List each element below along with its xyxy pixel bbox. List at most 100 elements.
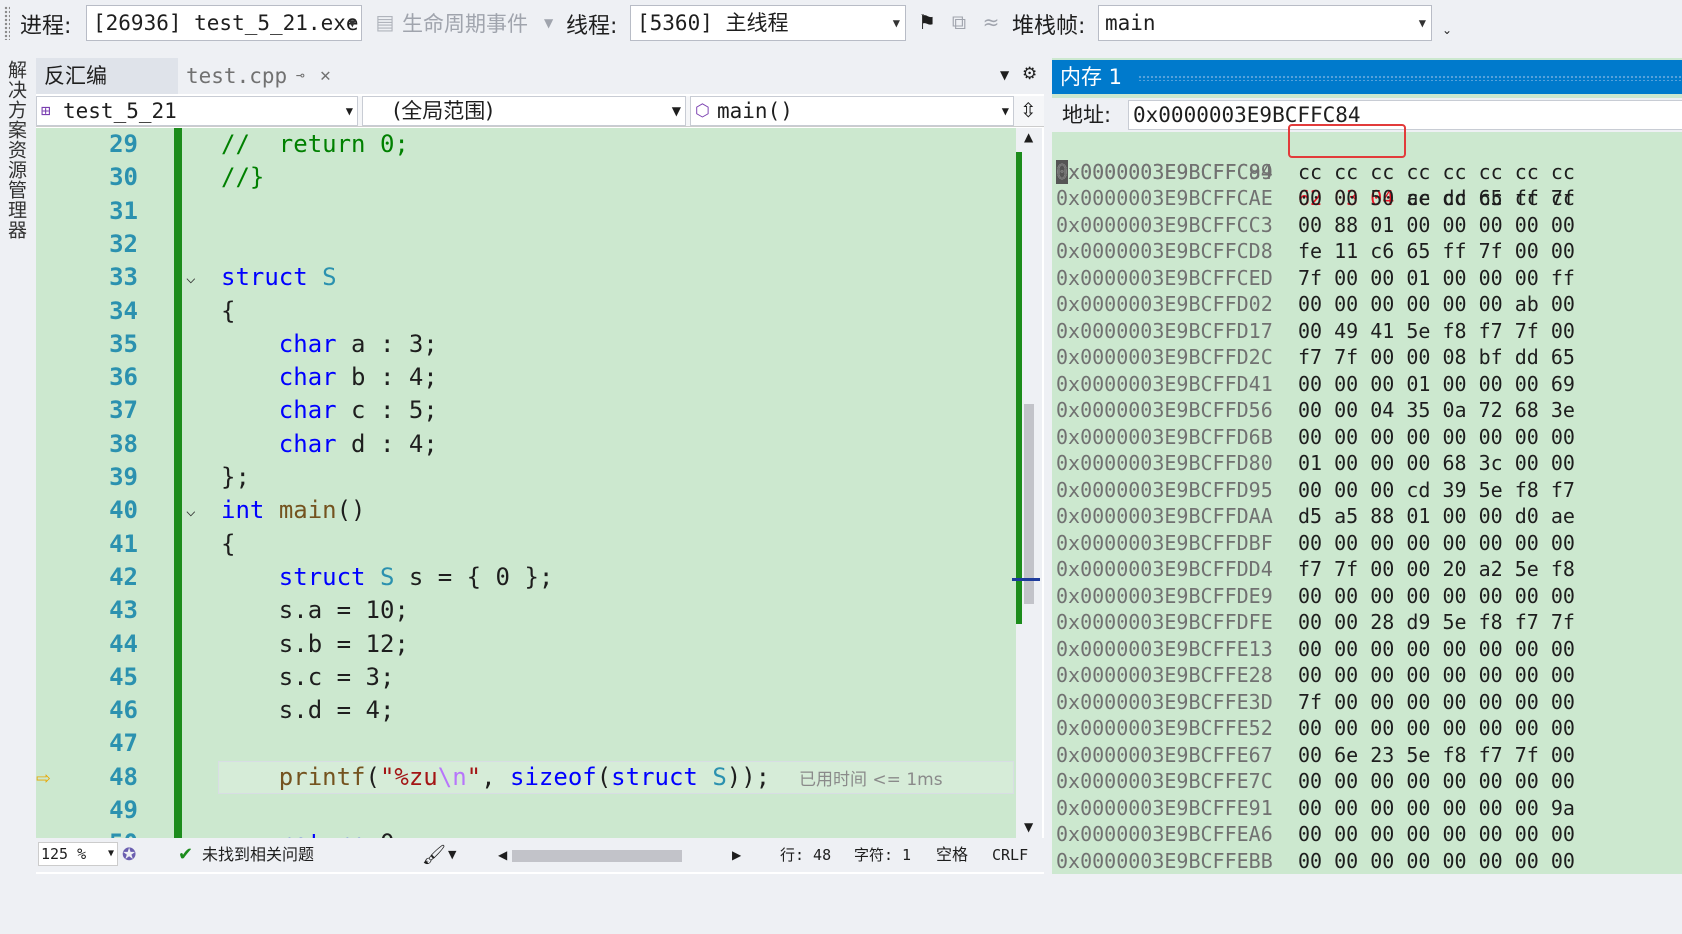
split-window-icon[interactable]: ⇳ <box>1020 98 1037 122</box>
lifecycle-events-icon[interactable]: ▤ <box>374 10 396 34</box>
tab-test-cpp[interactable]: test.cpp ⊸ ✕ <box>178 58 360 94</box>
scroll-up-icon[interactable]: ▲ <box>1024 130 1033 144</box>
memory-row-bytes: f7 7f 00 00 08 bf dd 65 <box>1298 345 1575 369</box>
process-value: [26936] test_5_21.exe <box>93 11 359 35</box>
code-line: 45 s.c = 3; <box>36 661 1016 694</box>
memory-row: 0x0000003E9BCFFE67 00 6e 23 5e f8 f7 7f 0… <box>1052 742 1682 769</box>
line-text: char a : 3; <box>278 329 438 358</box>
chevron-down-icon: ▼ <box>345 104 353 118</box>
scope-dropdown[interactable]: (全局范围) ▼ <box>362 96 686 126</box>
code-text-area[interactable]: 29 // return 0; 30 //} 31 32 33 ⌵ struct… <box>36 128 1016 838</box>
memory-row: 0x0000003E9BCFFCD8 fe 11 c6 65 ff 7f 00 0… <box>1052 238 1682 265</box>
tab-list-dropdown-icon[interactable]: ▼ <box>1000 68 1009 82</box>
memory-row: 0x0000003E9BCFFCAE 00 00 50 ae dd 65 ff 7… <box>1052 185 1682 212</box>
thread-dropdown[interactable]: [5360] 主线程 ▼ <box>630 5 906 41</box>
memory-row-bytes: 00 00 00 01 00 00 00 69 <box>1298 371 1575 396</box>
instruction-pointer-arrow-icon[interactable]: ⇨ <box>36 761 50 794</box>
memory-row-address: 0x0000003E9BCFFD80 <box>1056 451 1273 475</box>
zoom-dropdown[interactable]: 125 % ▼ <box>38 842 118 866</box>
memory-row-address: 0x0000003E9BCFFEA6 <box>1056 822 1273 846</box>
line-text: // return 0; <box>221 130 409 158</box>
toolbar-grip[interactable] <box>4 6 10 40</box>
line-number: 42 <box>109 562 138 591</box>
line-number: 40 <box>109 496 138 525</box>
project-dropdown[interactable]: ⊞ test_5_21 ▼ <box>36 96 358 126</box>
memory-row-address: 0x0000003E9BCFFE91 <box>1056 795 1273 820</box>
memory-row: 0x0000003E9BCFFD6B 00 00 00 00 00 00 00 0… <box>1052 424 1682 451</box>
memory-row: 0x0000003E9BCFFDAA d5 a5 88 01 00 00 d0 a… <box>1052 503 1682 530</box>
char-position[interactable]: 字符: 1 <box>854 838 911 872</box>
zoom-value: 125 % <box>41 845 87 863</box>
process-dropdown[interactable]: [26936] test_5_21.exe ▼ <box>86 5 362 41</box>
line-ending-mode[interactable]: CRLF <box>992 838 1028 872</box>
solution-explorer-side-tab[interactable]: 解决方案资源管理器 <box>0 56 30 276</box>
memory-row-bytes: 00 00 00 00 00 00 00 00 <box>1298 822 1575 846</box>
memory-row: 0x0000003E9BCFFE7C 00 00 00 00 00 00 00 0… <box>1052 768 1682 795</box>
scroll-down-icon[interactable]: ▼ <box>1024 820 1033 834</box>
code-editor-panel: 反汇编 test.cpp ⊸ ✕ ▼ ⚙ ⊞ test_5_21 ▼ (全局范围… <box>36 58 1044 874</box>
gear-icon[interactable]: ⚙ <box>1022 64 1037 84</box>
memory-row: 0x0000003E9BCFFE52 00 00 00 00 00 00 00 0… <box>1052 715 1682 742</box>
horizontal-scrollbar-thumb[interactable] <box>512 850 682 862</box>
editor-horizontal-scrollbar[interactable]: ◀ ▶ <box>498 848 741 862</box>
memory-row-address: 0x0000003E9BCFFDBF <box>1056 530 1273 555</box>
line-text: { <box>221 296 236 325</box>
stackframe-dropdown[interactable]: main ▼ <box>1098 5 1432 41</box>
editor-tab-strip: 反汇编 test.cpp ⊸ ✕ ▼ ⚙ <box>36 58 1044 94</box>
memory-row: 0x0000003E9BCFFD41 00 00 00 01 00 00 00 6… <box>1052 371 1682 398</box>
memory-row-bytes: fe 11 c6 65 ff 7f 00 00 <box>1298 239 1575 263</box>
memory-window-title-bar[interactable]: 内存 1 <box>1052 60 1682 94</box>
memory-row: 0x0000003E9BCFFE3D 7f 00 00 00 00 00 00 0… <box>1052 689 1682 716</box>
cpp-project-icon: ⊞ <box>41 101 51 120</box>
editor-navigation-bar: ⊞ test_5_21 ▼ (全局范围) ▼ ⬡ main() ▼ ⇳ <box>36 96 1044 127</box>
memory-row-address: 0x0000003E9BCFFE52 <box>1056 716 1273 740</box>
tab-disassembly[interactable]: 反汇编 <box>36 58 184 94</box>
memory-row-bytes: 00 00 00 00 00 00 00 00 <box>1298 583 1575 608</box>
code-line: 31 <box>36 195 1016 228</box>
line-text: char b : 4; <box>278 363 438 392</box>
code-cleanup-brush-icon[interactable]: 🖌 <box>422 838 446 872</box>
pin-icon[interactable]: ⊸ <box>296 58 304 94</box>
member-dropdown[interactable]: ⬡ main() ▼ <box>690 96 1014 126</box>
memory-row: 0x0000003E9BCFFC99 cc cc cc cc cc cc cc c… <box>1052 159 1682 186</box>
collapse-chevron-icon[interactable]: ⌵ <box>186 261 196 294</box>
editor-vertical-scrollbar[interactable]: ▲ ▼ <box>1012 128 1042 838</box>
lifecycle-events-label[interactable]: 生命周期事件 <box>402 8 528 38</box>
memory-row-bytes: 00 49 41 5e f8 f7 7f 00 <box>1298 318 1575 343</box>
memory-row: 0x0000003E9BCFFD2C f7 7f 00 00 08 bf dd 6… <box>1052 344 1682 371</box>
memory-row-address: 0x0000003E9BCFFCAE <box>1056 186 1273 210</box>
code-line: 39 }; <box>36 461 1016 494</box>
code-line: 42 struct S s = { 0 }; <box>36 561 1016 594</box>
memory-row-bytes: 7f 00 00 00 00 00 00 00 <box>1298 689 1575 714</box>
line-position[interactable]: 行: 48 <box>780 838 831 872</box>
scroll-left-icon[interactable]: ◀ <box>498 838 507 872</box>
issues-status[interactable]: 未找到相关问题 <box>202 838 314 872</box>
chevron-down-icon[interactable]: ▼ <box>448 838 456 872</box>
memory-row-bytes: 00 00 50 ae dd 65 ff 7f <box>1298 186 1575 210</box>
memory-row: 0x0000003E9BCFFDD4 f7 7f 00 00 20 a2 5e f… <box>1052 556 1682 583</box>
chevron-down-icon: ▼ <box>348 16 356 30</box>
memory-row-address: 0x0000003E9BCFFCED <box>1056 265 1273 290</box>
lifecycle-dropdown-icon[interactable]: ▼ <box>544 16 553 30</box>
scrollbar-thumb[interactable] <box>1024 404 1034 604</box>
memory-row-bytes: 00 00 00 00 00 00 00 00 <box>1298 636 1575 661</box>
memory-row-bytes: 00 00 00 00 00 00 00 00 <box>1298 530 1575 555</box>
intellicode-icon[interactable]: ✪ <box>122 838 136 872</box>
memory-row: 0x0000003E9BCFFD80 01 00 00 00 68 3c 00 0… <box>1052 450 1682 477</box>
scroll-right-icon[interactable]: ▶ <box>732 838 741 872</box>
show-threads-icon[interactable]: ⧉ <box>948 10 970 34</box>
flag-threads-icon[interactable]: ≈ <box>980 10 1002 34</box>
collapse-chevron-icon[interactable]: ⌵ <box>186 494 196 527</box>
memory-row-bytes: 00 6e 23 5e f8 f7 7f 00 <box>1298 742 1575 767</box>
line-number: 37 <box>109 396 138 425</box>
indentation-mode[interactable]: 空格 <box>936 838 968 872</box>
code-line: 34 { <box>36 295 1016 328</box>
flag-thread-icon[interactable]: ⚑ <box>916 10 938 34</box>
line-text: }; <box>221 463 250 491</box>
close-icon[interactable]: ✕ <box>320 58 331 94</box>
toolbar-overflow-icon[interactable]: ⌄ <box>1436 18 1458 42</box>
changed-bytes-highlight <box>1288 124 1406 158</box>
address-label: 地址: <box>1062 103 1112 127</box>
line-number: 43 <box>109 596 138 625</box>
memory-row: 0x0000003E9BCFFE91 00 00 00 00 00 00 00 9… <box>1052 795 1682 822</box>
